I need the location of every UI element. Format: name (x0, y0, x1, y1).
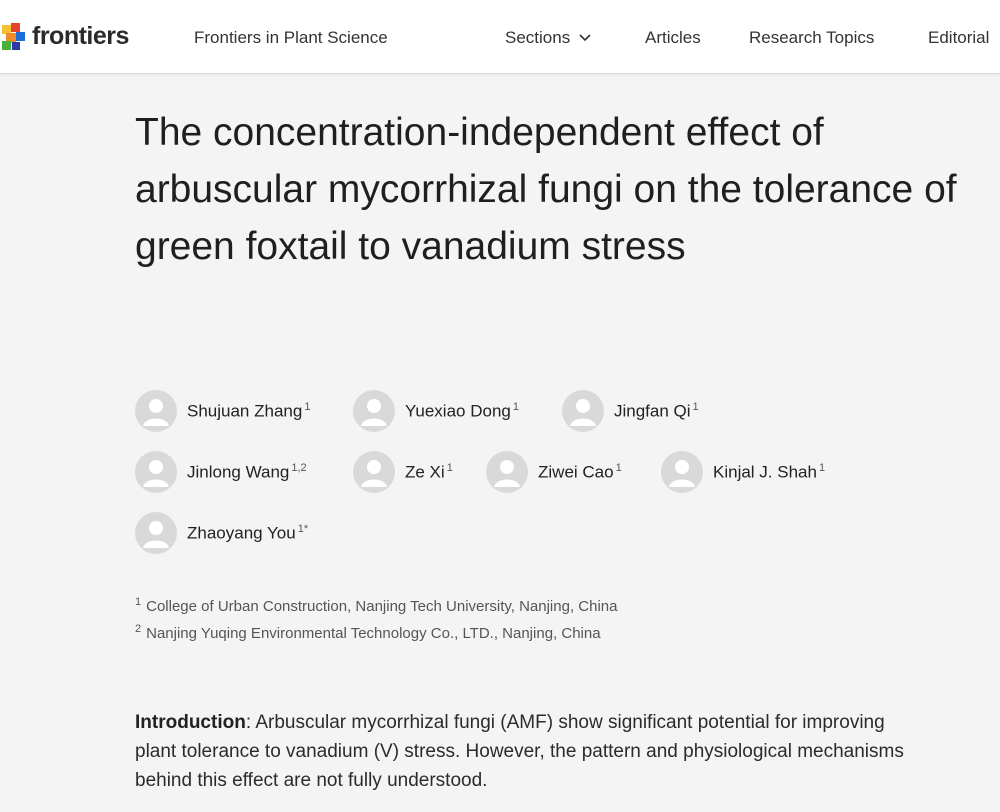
author-name: Jinlong Wang 1,2 (187, 461, 307, 482)
nav-sections-dropdown[interactable]: Sections (505, 28, 591, 48)
abstract-section-label: Introduction (135, 712, 246, 733)
frontiers-logo-icon (2, 22, 28, 51)
user-placeholder-icon (353, 451, 395, 493)
frontiers-wordmark: frontiers (32, 22, 129, 50)
user-placeholder-icon (486, 451, 528, 493)
author-ze-xi[interactable]: Ze Xi 1 (353, 451, 453, 493)
affiliation-number: 1 (135, 596, 142, 608)
affiliation-item: 1 College of Urban Construction, Nanjing … (135, 591, 617, 618)
affiliation-number: 2 (135, 623, 142, 635)
author-yuexiao-dong[interactable]: Yuexiao Dong 1 (353, 390, 519, 432)
user-placeholder-icon (135, 390, 177, 432)
user-placeholder-icon (562, 390, 604, 432)
frontiers-logo[interactable]: frontiers (2, 22, 129, 51)
abstract-text: : Arbuscular mycorrhizal fungi (AMF) sho… (135, 712, 904, 791)
author-name: Jingfan Qi 1 (614, 400, 699, 421)
affiliation-text: Nanjing Yuqing Environmental Technology … (146, 625, 601, 642)
author-jingfan-qi[interactable]: Jingfan Qi 1 (562, 390, 699, 432)
author-affiliation-sup: 1* (297, 522, 309, 535)
author-affiliation-sup: 1,2 (291, 461, 307, 474)
author-name: Zhaoyang You 1* (187, 522, 309, 543)
affiliations-list: 1 College of Urban Construction, Nanjing … (135, 591, 617, 645)
user-placeholder-icon (661, 451, 703, 493)
nav-editorial-link[interactable]: Editorial (928, 28, 989, 48)
author-affiliation-sup: 1 (512, 400, 519, 413)
journal-name-link[interactable]: Frontiers in Plant Science (194, 28, 388, 48)
affiliation-text: College of Urban Construction, Nanjing T… (146, 598, 618, 615)
top-navigation-bar: frontiers Frontiers in Plant Science Sec… (0, 0, 1000, 74)
author-zhaoyang-you[interactable]: Zhaoyang You 1* (135, 512, 308, 554)
author-name: Kinjal J. Shah 1 (713, 461, 826, 482)
user-placeholder-icon (135, 451, 177, 493)
author-shujuan-zhang[interactable]: Shujuan Zhang 1 (135, 390, 310, 432)
author-affiliation-sup: 1 (304, 400, 311, 413)
author-name: Ziwei Cao 1 (538, 461, 622, 482)
article-title: The concentration-independent effect of … (135, 111, 957, 268)
author-jinlong-wang[interactable]: Jinlong Wang 1,2 (135, 451, 307, 493)
author-ziwei-cao[interactable]: Ziwei Cao 1 (486, 451, 622, 493)
nav-sections-label: Sections (505, 28, 571, 47)
user-placeholder-icon (353, 390, 395, 432)
author-name: Shujuan Zhang 1 (187, 400, 311, 421)
author-affiliation-sup: 1 (615, 461, 622, 474)
affiliation-item: 2 Nanjing Yuqing Environmental Technology… (135, 618, 617, 645)
author-affiliation-sup: 1 (692, 400, 699, 413)
chevron-down-icon (579, 34, 591, 42)
author-name: Ze Xi 1 (405, 461, 453, 482)
author-kinjal-j-shah[interactable]: Kinjal J. Shah 1 (661, 451, 825, 493)
author-affiliation-sup: 1 (446, 461, 453, 474)
user-placeholder-icon (135, 512, 177, 554)
nav-research-topics-link[interactable]: Research Topics (749, 28, 874, 48)
nav-articles-link[interactable]: Articles (645, 28, 701, 48)
author-affiliation-sup: 1 (818, 461, 826, 474)
abstract-introduction: Introduction: Arbuscular mycorrhizal fun… (135, 708, 905, 795)
author-name: Yuexiao Dong 1 (405, 400, 519, 421)
